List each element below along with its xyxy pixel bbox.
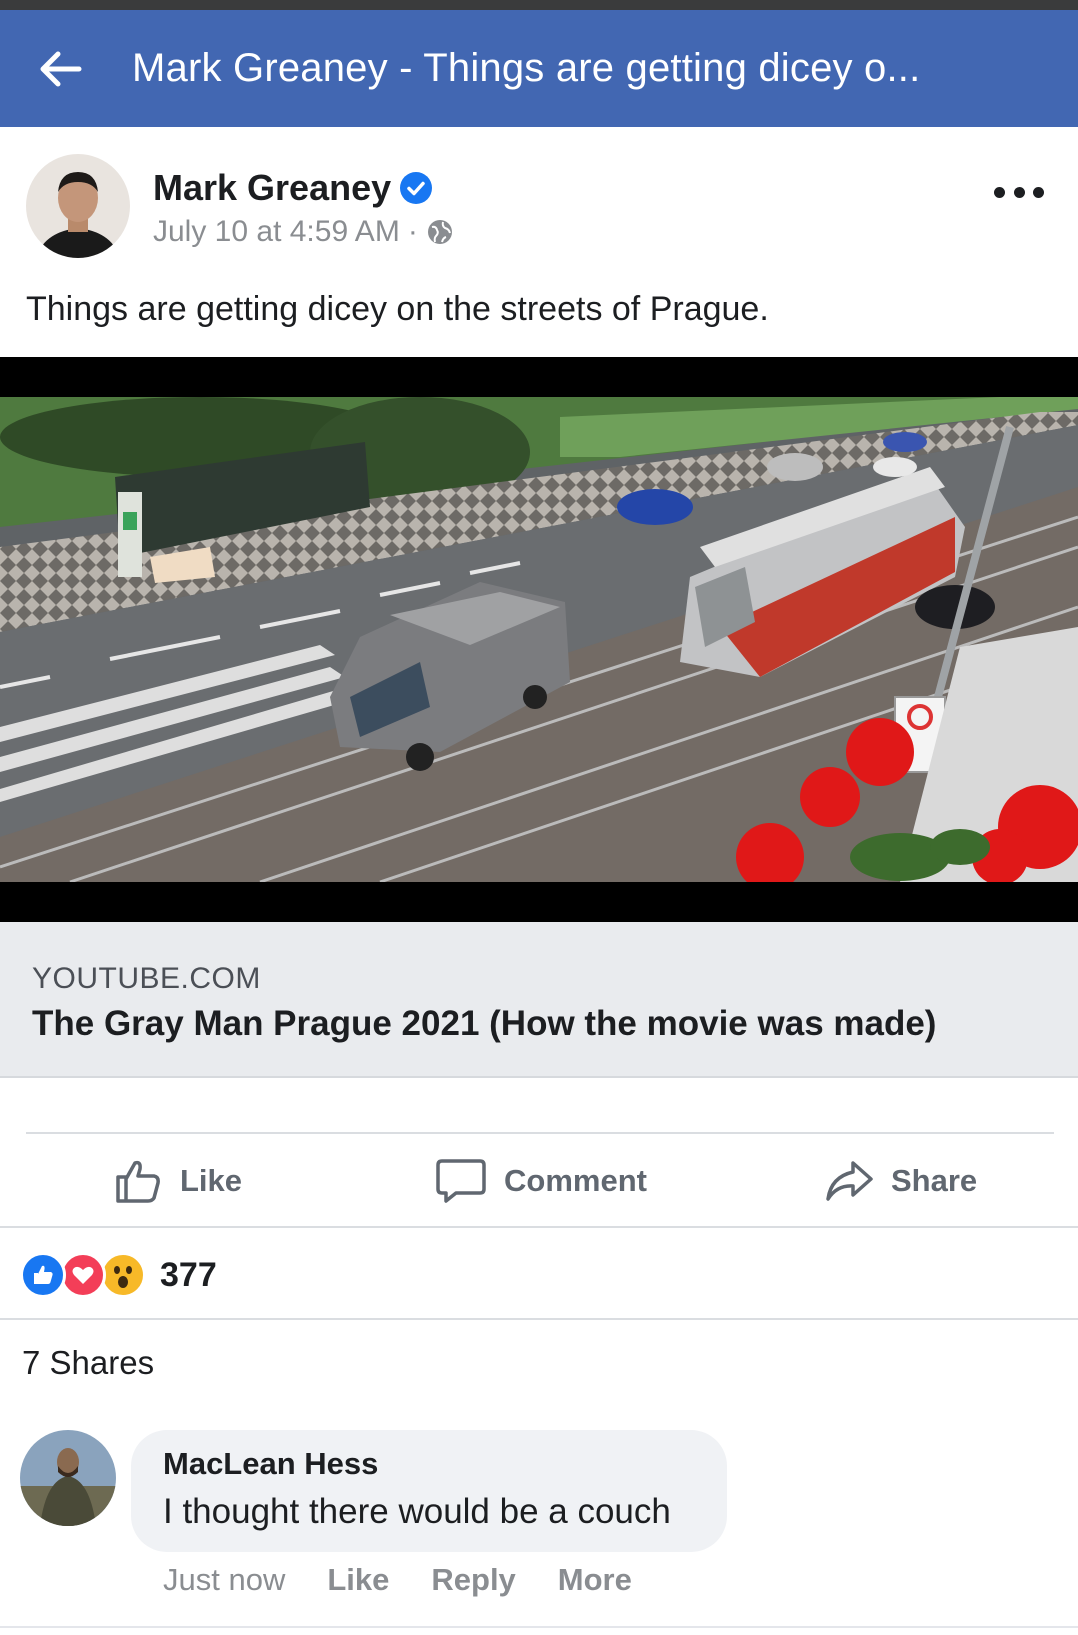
divider — [0, 1318, 1078, 1320]
back-button[interactable] — [0, 10, 120, 127]
thumbs-up-icon — [116, 1160, 160, 1203]
action-bar: Like Comment Share — [0, 1134, 1078, 1228]
post-timestamp[interactable]: July 10 at 4:59 AM — [153, 215, 400, 249]
post-text: Things are getting dicey on the streets … — [26, 290, 769, 328]
video-thumbnail[interactable] — [0, 397, 1078, 882]
comment-reply-button[interactable]: Reply — [431, 1562, 515, 1598]
meta-separator: · — [407, 215, 418, 248]
comment-time: Just now — [163, 1562, 286, 1597]
reactions-summary[interactable]: 377 — [20, 1250, 217, 1300]
page-title: Mark Greaney - Things are getting dicey … — [132, 46, 921, 90]
like-button[interactable]: Like — [114, 1134, 242, 1228]
post-meta: July 10 at 4:59 AM · — [153, 215, 454, 249]
share-arrow-icon — [826, 1161, 873, 1201]
author-avatar[interactable] — [26, 154, 130, 258]
author-name-text[interactable]: Mark Greaney — [153, 167, 391, 209]
more-options-icon[interactable] — [994, 177, 1044, 207]
post-header: Mark Greaney July 10 at 4:59 AM · — [0, 127, 1078, 267]
comment-icon — [436, 1159, 486, 1203]
comment-like-button[interactable]: Like — [327, 1562, 389, 1598]
video-player[interactable] — [0, 357, 1078, 922]
author-name[interactable]: Mark Greaney — [153, 167, 433, 209]
shares-count[interactable]: 7 Shares — [22, 1344, 154, 1382]
comment-button[interactable]: Comment — [436, 1134, 647, 1228]
share-label: Share — [891, 1163, 978, 1198]
globe-icon — [427, 220, 452, 244]
comment-author[interactable]: MacLean Hess — [163, 1446, 378, 1482]
divider — [0, 1226, 1078, 1228]
top-bar: Mark Greaney - Things are getting dicey … — [0, 10, 1078, 127]
arrow-left-icon — [40, 51, 82, 86]
comment-label: Comment — [504, 1163, 647, 1198]
comment-text: I thought there would be a couch — [163, 1492, 671, 1531]
like-label: Like — [180, 1163, 243, 1198]
share-button[interactable]: Share — [825, 1134, 977, 1228]
link-title[interactable]: The Gray Man Prague 2021 (How the movie … — [32, 1004, 936, 1044]
divider — [0, 1626, 1078, 1628]
comment-bubble: MacLean Hess I thought there would be a … — [131, 1430, 727, 1552]
verified-badge-icon — [400, 172, 433, 204]
status-bar — [0, 0, 1078, 10]
wow-reaction-icon — [100, 1252, 146, 1298]
reaction-count[interactable]: 377 — [160, 1256, 217, 1295]
link-preview-card[interactable]: YOUTUBE.COM The Gray Man Prague 2021 (Ho… — [0, 922, 1078, 1078]
comment-actions: Just now Like Reply More — [163, 1560, 632, 1600]
like-reaction-icon — [20, 1252, 66, 1298]
love-reaction-icon — [60, 1252, 106, 1298]
commenter-avatar[interactable] — [20, 1430, 116, 1526]
comment-more-button[interactable]: More — [558, 1562, 632, 1598]
link-domain: YOUTUBE.COM — [32, 962, 261, 995]
